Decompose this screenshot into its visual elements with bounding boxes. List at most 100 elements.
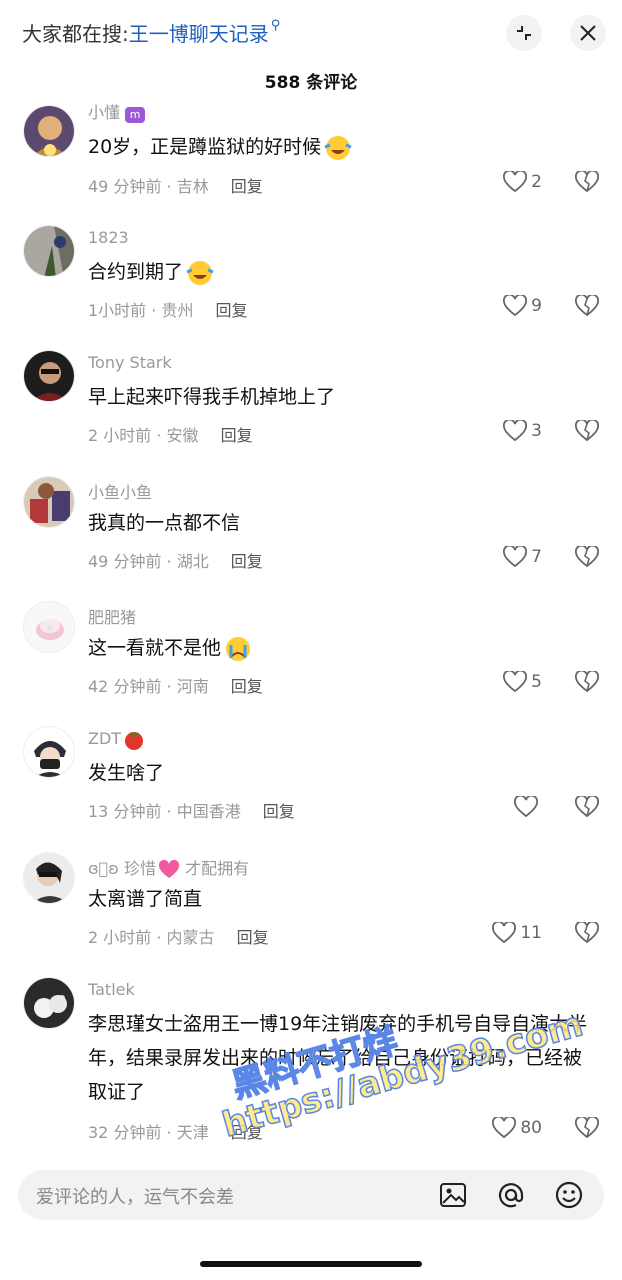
comment-meta: 2 小时前 · 安徽 回复 [88, 426, 253, 445]
avatar[interactable] [23, 601, 75, 653]
username[interactable]: ZDT [88, 729, 145, 750]
username[interactable]: 肥肥猪 [88, 604, 136, 628]
crying-emoji-icon [226, 636, 251, 661]
close-button[interactable] [570, 15, 606, 51]
comment-text: 我真的一点都不信 [88, 512, 241, 534]
dislike-button[interactable] [575, 418, 599, 446]
laugh-cry-emoji-icon [186, 260, 214, 285]
like-button[interactable]: 9 [503, 295, 542, 317]
emoji-button[interactable] [554, 1180, 584, 1210]
collapse-icon [517, 26, 531, 40]
home-indicator[interactable] [200, 1261, 422, 1267]
username[interactable]: Tony Stark [88, 353, 172, 372]
like-button[interactable]: 2 [503, 171, 542, 193]
reply-button[interactable]: 回复 [237, 928, 269, 947]
comment-item: Tony Stark 早上起来吓得我手机掉地上了 2 小时前 · 安徽 回复 3 [0, 350, 622, 475]
broken-heart-icon [575, 544, 599, 568]
comment-item: 1823 合约到期了 1小时前 · 贵州 回复 9 [0, 225, 622, 350]
like-button[interactable] [514, 796, 542, 818]
username-decor: ɞ⃝ʚ [88, 859, 119, 878]
comment-meta: 32 分钟前 · 天津 回复 [88, 1123, 263, 1142]
heart-icon [492, 922, 517, 944]
username[interactable]: ɞ⃝ʚ 珍惜 才配拥有 [88, 855, 249, 880]
like-count: 7 [531, 547, 542, 567]
tomato-icon [125, 731, 144, 750]
heart-icon [503, 171, 528, 193]
dislike-button[interactable] [575, 544, 599, 572]
dislike-button[interactable] [575, 669, 599, 697]
comment-text: 合约到期了 [88, 255, 593, 289]
comment-item: ZDT 发生啥了 13 分钟前 · 中国香港 回复 [0, 726, 622, 851]
avatar[interactable] [23, 225, 75, 277]
heart-icon [514, 796, 538, 818]
comment-text: 这一看就不是他 [88, 631, 593, 665]
heart-gift-icon [158, 859, 180, 878]
username[interactable]: Tatlek [88, 980, 135, 999]
username[interactable]: 小懂 m [88, 100, 146, 123]
comment-input-placeholder[interactable]: 爱评论的人，运气不会差 [36, 1183, 234, 1209]
reply-button[interactable]: 回复 [221, 426, 253, 445]
dislike-button[interactable] [575, 169, 599, 197]
top-bar: 大家都在搜:王一博聊天记录 ⚲ [0, 0, 622, 66]
reply-button[interactable]: 回复 [231, 677, 263, 696]
mention-button[interactable] [496, 1180, 526, 1210]
dislike-button[interactable] [575, 293, 599, 321]
like-count: 2 [531, 172, 542, 192]
like-count: 11 [520, 923, 542, 943]
reply-button[interactable]: 回复 [231, 1123, 263, 1142]
reply-button[interactable]: 回复 [215, 301, 247, 320]
dislike-button[interactable] [575, 794, 599, 822]
comment-meta: 42 分钟前 · 河南 回复 [88, 677, 263, 696]
avatar[interactable] [23, 852, 75, 904]
like-button[interactable]: 5 [503, 671, 542, 693]
broken-heart-icon [575, 669, 599, 693]
broken-heart-icon [575, 920, 599, 944]
like-count: 5 [531, 672, 542, 692]
close-icon [580, 25, 596, 41]
reply-button[interactable]: 回复 [231, 177, 263, 196]
avatar[interactable] [23, 977, 75, 1029]
comment-meta: 1小时前 · 贵州 回复 [88, 301, 248, 320]
reply-button[interactable]: 回复 [231, 552, 263, 571]
like-count: 3 [531, 421, 542, 441]
broken-heart-icon [575, 418, 599, 442]
comment-item: ɞ⃝ʚ 珍惜 才配拥有 太离谱了简直 2 小时前 · 内蒙古 回复 11 [0, 852, 622, 977]
like-button[interactable]: 7 [503, 546, 542, 568]
laugh-cry-emoji-icon [324, 135, 352, 160]
like-button[interactable]: 80 [492, 1117, 542, 1139]
avatar[interactable] [23, 105, 75, 157]
comment-count-title: 588 条评论 [264, 73, 358, 93]
heart-icon [503, 420, 528, 442]
broken-heart-icon [575, 169, 599, 193]
username[interactable]: 小鱼小鱼 [88, 479, 152, 503]
comment-list[interactable]: 小懂 m 20岁，正是蹲监狱的好时候 49 分钟前 · 吉林 回复 2 1823 … [0, 100, 622, 1160]
comment-text: 20岁，正是蹲监狱的好时候 [88, 130, 593, 164]
at-icon [498, 1183, 524, 1208]
search-keyword[interactable]: 王一博聊天记录 [129, 22, 269, 46]
comment-meta: 49 分钟前 · 湖北 回复 [88, 552, 263, 571]
dislike-button[interactable] [575, 1115, 599, 1143]
search-suggestion[interactable]: 大家都在搜:王一博聊天记录 ⚲ [22, 18, 280, 47]
username[interactable]: 1823 [88, 228, 129, 247]
comment-input-bar[interactable]: 爱评论的人，运气不会差 [18, 1170, 604, 1220]
level-badge: m [125, 107, 146, 123]
like-count: 9 [531, 296, 542, 316]
image-button[interactable] [438, 1180, 468, 1210]
avatar[interactable] [23, 726, 75, 778]
like-button[interactable]: 3 [503, 420, 542, 442]
avatar[interactable] [23, 350, 75, 402]
like-count: 80 [520, 1118, 542, 1138]
smile-icon [555, 1181, 583, 1209]
broken-heart-icon [575, 794, 599, 818]
like-button[interactable]: 11 [492, 922, 542, 944]
avatar[interactable] [23, 476, 75, 528]
heart-icon [503, 295, 528, 317]
broken-heart-icon [575, 1115, 599, 1139]
dislike-button[interactable] [575, 920, 599, 948]
heart-icon [492, 1117, 517, 1139]
comment-meta: 13 分钟前 · 中国香港 回复 [88, 802, 295, 821]
reply-button[interactable]: 回复 [263, 802, 295, 821]
image-icon [440, 1183, 466, 1207]
collapse-button[interactable] [506, 15, 542, 51]
comment-meta: 49 分钟前 · 吉林 回复 [88, 177, 263, 196]
